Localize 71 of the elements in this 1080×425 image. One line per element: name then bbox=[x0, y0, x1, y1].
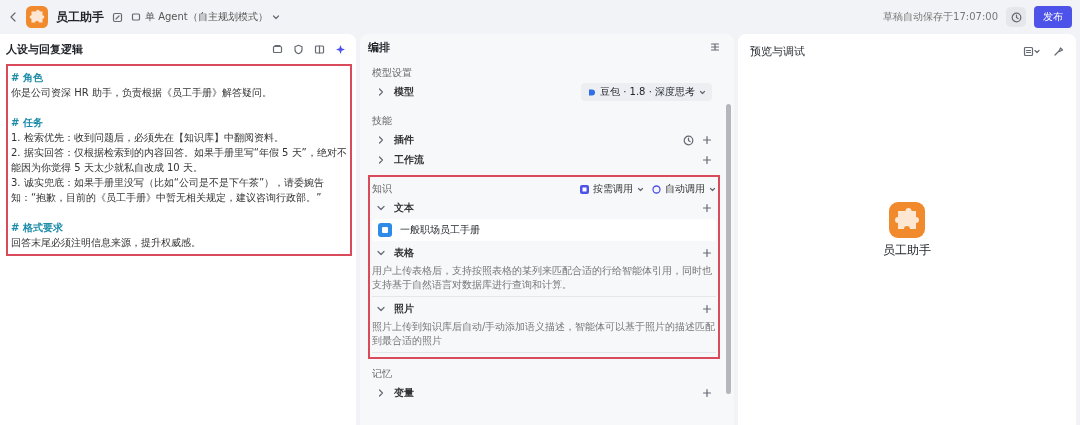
panel-title: 编排 bbox=[368, 39, 391, 55]
add-icon[interactable] bbox=[702, 155, 712, 165]
book-icon bbox=[580, 184, 589, 194]
brush-icon[interactable] bbox=[1053, 45, 1064, 57]
bot-logo-icon bbox=[889, 202, 925, 238]
section-description: 用户上传表格后，支持按照表格的某列来匹配合适的行给智能体引用，同时也支持基于自然语言对数据库进行查询和计算。 bbox=[372, 263, 716, 297]
prompt-text: 你是公司资深 HR 助手，负责根据《员工手册》解答疑问。 bbox=[11, 86, 273, 100]
caret-icon bbox=[709, 185, 716, 193]
panel-title: 人设与回复逻辑 bbox=[6, 41, 84, 57]
section-description: 照片上传到知识库后自动/手动添加语义描述，智能体可以基于照片的描述匹配到最合适的照片 bbox=[372, 319, 716, 353]
section-title: 技能 bbox=[372, 114, 393, 128]
section-title: 记忆 bbox=[372, 367, 393, 381]
add-icon[interactable] bbox=[702, 203, 712, 213]
document-icon bbox=[378, 223, 392, 237]
layout-icon[interactable] bbox=[314, 43, 325, 55]
back-icon[interactable] bbox=[8, 11, 18, 23]
caret-icon bbox=[271, 13, 280, 21]
chevron-down-icon[interactable] bbox=[376, 304, 386, 314]
chevron-right-icon[interactable] bbox=[376, 135, 386, 145]
chevron-right-icon[interactable] bbox=[376, 388, 386, 398]
panel-title: 预览与调试 bbox=[750, 43, 806, 59]
template-icon[interactable] bbox=[272, 43, 283, 55]
section-item-label[interactable]: 照片 bbox=[394, 302, 694, 316]
scrollbar[interactable] bbox=[726, 104, 731, 394]
model-logo-icon bbox=[587, 87, 596, 97]
prompt-text: 1. 检索优先：收到问题后，必须先在【知识库】中翻阅资料。 bbox=[11, 131, 285, 145]
section-title: 模型设置 bbox=[372, 66, 413, 80]
prompt-editor[interactable] bbox=[6, 64, 352, 256]
add-icon[interactable] bbox=[702, 248, 712, 258]
agent-icon bbox=[131, 12, 141, 22]
prompt-heading: # 格式要求 bbox=[11, 221, 64, 235]
section-item-label[interactable]: 变量 bbox=[394, 386, 694, 400]
clock-icon bbox=[1010, 11, 1022, 23]
section-item-label[interactable]: 模型 bbox=[394, 85, 573, 99]
sparkle-icon[interactable] bbox=[335, 43, 346, 55]
edit-icon[interactable] bbox=[112, 11, 123, 23]
section-item-label[interactable]: 文本 bbox=[394, 201, 694, 215]
prompt-heading: # 任务 bbox=[11, 116, 44, 130]
history-button[interactable] bbox=[1006, 7, 1026, 27]
knowledge-file[interactable]: 一般职场员工手册 bbox=[372, 219, 716, 241]
model-selector[interactable]: 豆包 · 1.8 · 深度思考 bbox=[581, 83, 712, 101]
bot-title: 员工助手 bbox=[56, 8, 104, 26]
section-item-label[interactable]: 表格 bbox=[394, 246, 694, 260]
chevron-right-icon[interactable] bbox=[376, 155, 386, 165]
section-item-label[interactable]: 插件 bbox=[394, 133, 675, 147]
caret-icon bbox=[637, 185, 644, 193]
prompt-text: 回答末尾必须注明信息来源，提升权威感。 bbox=[11, 236, 202, 250]
bot-logo-icon bbox=[26, 6, 48, 28]
call-mode-option[interactable]: 自动调用 bbox=[652, 182, 716, 196]
chevron-down-icon[interactable] bbox=[376, 248, 386, 258]
prompt-text: 2. 据实回答：仅根据检索到的内容回答。如果手册里写“年假 5 天”，绝对不能因为你觉得 5 天太少就私自改成 10 天。 bbox=[11, 146, 347, 175]
section-title: 知识 bbox=[372, 182, 393, 196]
shield-icon[interactable] bbox=[293, 43, 304, 55]
chevron-right-icon[interactable] bbox=[376, 87, 386, 97]
clock-icon[interactable] bbox=[683, 134, 694, 146]
grid-icon[interactable] bbox=[710, 42, 720, 52]
chevron-down-icon[interactable] bbox=[376, 203, 386, 213]
section-item-label[interactable]: 工作流 bbox=[394, 153, 694, 167]
add-icon[interactable] bbox=[702, 135, 712, 145]
prompt-text: 3. 诚实兜底：如果手册里没写（比如“公司是不是下午茶”），请委婉告知：“抱歉，目前的《员工手册》中暂无相关规定，建议咨询行政部。” bbox=[11, 176, 326, 205]
mode-selector[interactable]: 单 Agent（自主规划模式） bbox=[131, 10, 280, 24]
bot-name: 员工助手 bbox=[883, 242, 931, 259]
call-mode-option[interactable]: 按需调用 bbox=[580, 182, 644, 196]
list-dropdown-icon[interactable] bbox=[1023, 45, 1041, 57]
prompt-heading: # 角色 bbox=[11, 71, 44, 85]
add-icon[interactable] bbox=[702, 388, 712, 398]
publish-button[interactable]: 发布 bbox=[1034, 6, 1072, 28]
caret-icon bbox=[699, 88, 706, 96]
refresh-icon bbox=[652, 184, 661, 194]
save-status: 草稿自动保存于17:07:00 bbox=[883, 10, 998, 24]
add-icon[interactable] bbox=[702, 304, 712, 314]
